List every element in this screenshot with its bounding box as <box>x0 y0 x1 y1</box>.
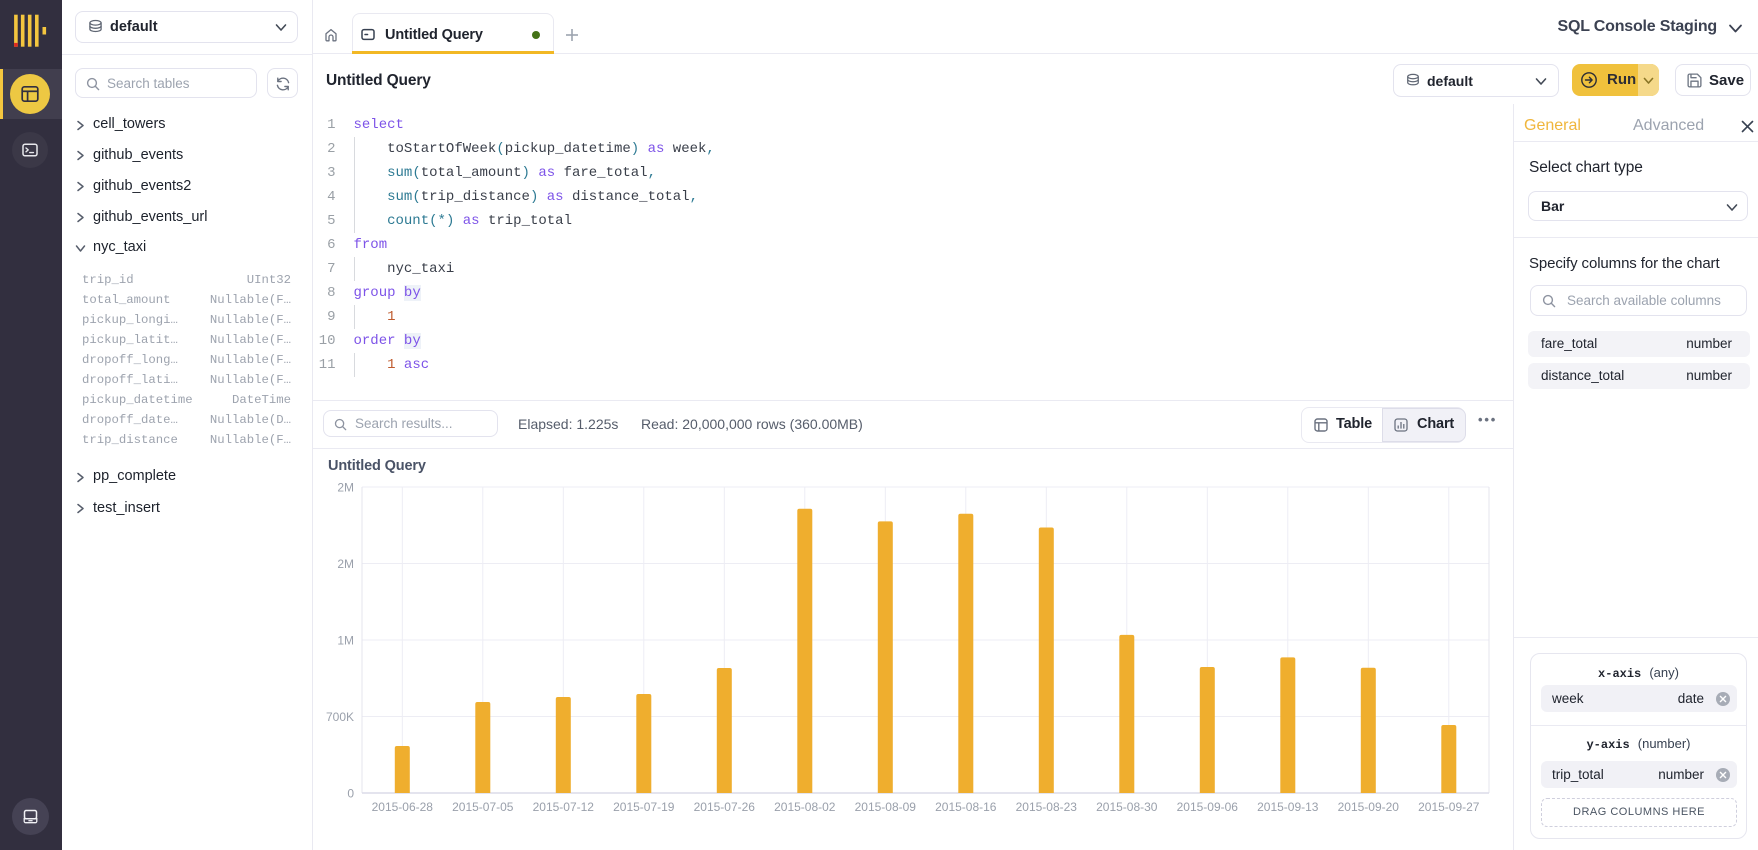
svg-text:2015-09-27: 2015-09-27 <box>1418 800 1480 814</box>
svg-text:2015-07-12: 2015-07-12 <box>533 800 595 814</box>
svg-text:2M: 2M <box>337 481 354 495</box>
svg-text:2015-08-09: 2015-08-09 <box>855 800 917 814</box>
svg-text:2015-09-13: 2015-09-13 <box>1257 800 1319 814</box>
svg-text:2015-09-20: 2015-09-20 <box>1338 800 1400 814</box>
svg-text:700K: 700K <box>326 710 354 724</box>
svg-text:2M: 2M <box>337 557 354 571</box>
svg-text:2015-08-16: 2015-08-16 <box>935 800 997 814</box>
svg-text:2015-07-19: 2015-07-19 <box>613 800 675 814</box>
svg-text:2015-08-23: 2015-08-23 <box>1016 800 1078 814</box>
svg-text:2015-08-02: 2015-08-02 <box>774 800 836 814</box>
svg-text:2015-06-28: 2015-06-28 <box>372 800 434 814</box>
svg-text:0: 0 <box>347 787 354 801</box>
svg-text:2015-09-06: 2015-09-06 <box>1177 800 1239 814</box>
svg-text:2015-07-05: 2015-07-05 <box>452 800 514 814</box>
svg-text:1M: 1M <box>337 634 354 648</box>
svg-text:2015-08-30: 2015-08-30 <box>1096 800 1158 814</box>
svg-text:2015-07-26: 2015-07-26 <box>694 800 756 814</box>
